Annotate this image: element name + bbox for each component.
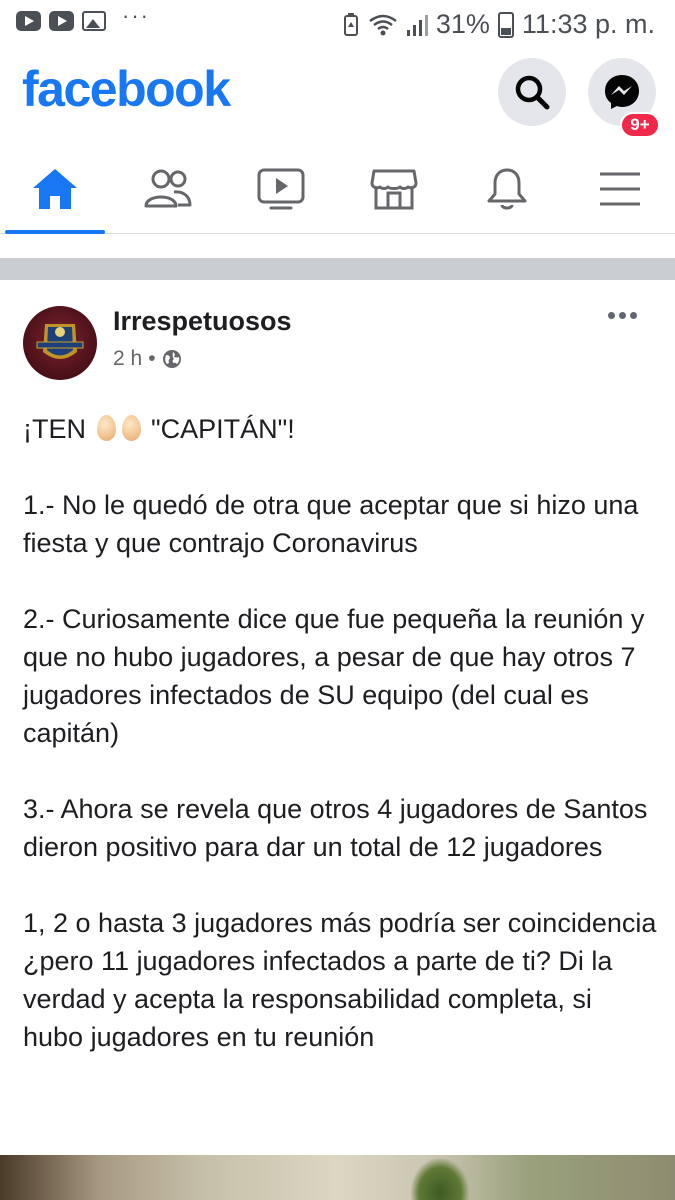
headline-end: "CAPITÁN"! <box>151 414 295 444</box>
egg-emoji <box>96 415 116 441</box>
youtube-icon <box>16 11 41 31</box>
youtube-icon <box>49 11 74 31</box>
battery-icon <box>497 11 514 38</box>
messenger-icon <box>605 75 639 109</box>
clock: 11:33 p. m. <box>521 9 655 39</box>
messenger-badge: 9+ <box>620 112 660 138</box>
tab-watch[interactable] <box>226 145 336 233</box>
main-nav <box>0 145 675 234</box>
tab-notifications[interactable] <box>452 145 562 233</box>
previous-post-remnant <box>0 234 675 258</box>
headline-start: ¡TEN <box>23 414 86 444</box>
watch-icon <box>257 168 305 210</box>
tab-friends[interactable] <box>113 145 223 233</box>
more-notifications-icon: ··· <box>122 3 150 28</box>
dot <box>619 312 626 319</box>
post-meta: 2 h • <box>113 347 182 371</box>
app-header: facebook 9+ <box>0 50 675 145</box>
author-avatar[interactable] <box>23 306 97 380</box>
feed-post: Irrespetuosos 2 h • ¡TEN "CAPITÁN"! 1.- … <box>0 280 675 1200</box>
post-headline: ¡TEN "CAPITÁN"! <box>23 410 658 448</box>
dot <box>630 312 637 319</box>
meta-separator: • <box>148 347 156 370</box>
search-button[interactable] <box>498 58 566 126</box>
feed-divider <box>0 258 675 280</box>
search-icon <box>515 75 550 110</box>
post-paragraph: 3.- Ahora se revela que otros 4 jugadore… <box>23 794 648 862</box>
post-text: ¡TEN "CAPITÁN"! 1.- No le quedó de otra … <box>23 410 658 1094</box>
dot <box>608 312 615 319</box>
bell-icon <box>487 168 527 210</box>
post-paragraph: 1.- No le quedó de otra que aceptar que … <box>23 490 639 558</box>
egg-emoji <box>121 415 141 441</box>
tab-menu[interactable] <box>565 145 675 233</box>
post-paragraph: 1, 2 o hasta 3 jugadores más podría ser … <box>23 908 657 1052</box>
post-options-button[interactable] <box>608 312 637 319</box>
post-author[interactable]: Irrespetuosos <box>113 306 292 337</box>
battery-percent: 31% <box>435 9 490 39</box>
menu-icon <box>600 172 640 206</box>
signal-icon <box>406 14 428 36</box>
post-time[interactable]: 2 h <box>113 347 142 371</box>
status-bar: ··· 31% 11:33 p. m. <box>0 0 675 50</box>
wifi-icon <box>369 14 397 35</box>
post-paragraph: 2.- Curiosamente dice que fue pequeña la… <box>23 604 645 748</box>
tab-marketplace[interactable] <box>339 145 449 233</box>
notification-icons: ··· <box>16 3 150 31</box>
home-icon <box>33 169 77 209</box>
marketplace-icon <box>370 169 418 210</box>
post-photo[interactable] <box>0 1155 675 1200</box>
friends-icon <box>144 169 192 208</box>
gallery-icon <box>82 11 106 31</box>
tab-home[interactable] <box>0 145 110 234</box>
irrespetuosos-logo <box>36 324 84 359</box>
system-status: 31% 11:33 p. m. <box>342 9 655 40</box>
data-saver-icon <box>343 12 358 36</box>
globe-icon <box>162 350 181 368</box>
photo-plant <box>410 1157 470 1200</box>
facebook-logo[interactable]: facebook <box>22 60 231 118</box>
